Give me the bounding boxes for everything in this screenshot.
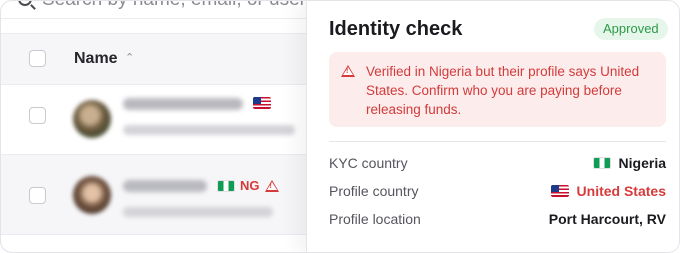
row-checkbox[interactable] [29,107,46,124]
detail-value: Port Harcourt, RV [549,211,666,227]
avatar [73,176,111,214]
sort-ascending-icon[interactable]: ⌃ [125,51,134,64]
us-flag-icon [550,185,569,197]
detail-label: Profile location [329,211,421,227]
detail-row-profile-location: Profile location Port Harcourt, RV [329,209,666,231]
search-icon [18,1,32,6]
detail-value-mismatch: United States [550,183,666,199]
identity-check-panel: Identity check Approved Verified in Nige… [306,1,679,252]
select-all-checkbox[interactable] [29,50,46,67]
alert-message: Verified in Nigeria but their profile sa… [366,64,640,117]
blurred-user-email [123,125,295,135]
detail-row-kyc-country: KYC country Nigeria [329,153,666,175]
search-bar[interactable]: Search by name, email, or username [1,1,354,19]
mismatch-alert: Verified in Nigeria but their profile sa… [329,52,666,127]
avatar [73,100,111,138]
country-mismatch-indicator: NG [217,178,279,193]
row-checkbox[interactable] [29,187,46,204]
ng-flag-icon [217,179,235,192]
table-row[interactable] [1,85,306,155]
detail-label: KYC country [329,155,408,171]
profile-country-value: United States [576,183,666,199]
detail-row-profile-country: Profile country United States [329,181,666,203]
country-code: NG [240,178,260,193]
status-badge: Approved [594,18,668,40]
warning-icon [341,65,355,77]
divider [329,141,666,142]
profile-location-value: Port Harcourt, RV [548,211,666,227]
blurred-user-name [123,180,207,192]
column-header-name[interactable]: Name [74,50,118,68]
detail-label: Profile country [329,183,419,199]
blurred-user-name [123,98,243,110]
blurred-user-email [123,207,273,217]
ng-flag-icon [592,157,611,169]
us-flag-icon [253,97,271,109]
table-row[interactable]: NG [1,155,306,235]
table-header: Name ⌃ [1,33,306,85]
detail-value: Nigeria [592,155,666,171]
panel-title: Identity check [329,18,463,40]
kyc-country-value: Nigeria [618,155,666,171]
app-frame: Search by name, email, or username Name … [0,0,680,253]
warning-icon [264,179,279,192]
